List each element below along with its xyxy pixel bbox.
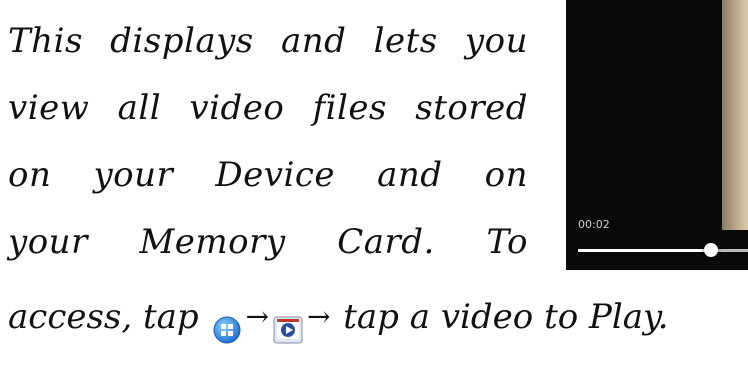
tap-video-text: tap a video to Play. xyxy=(332,297,669,337)
instruction-paragraph: This displays and lets you view all vide… xyxy=(8,8,528,276)
paragraph-line-4: your Memory Card. To xyxy=(8,222,528,262)
seek-track-played xyxy=(578,249,711,252)
video-player-app-icon xyxy=(273,301,303,344)
paragraph-line-2: view all video files stored xyxy=(8,88,528,128)
arrow-icon: → xyxy=(245,299,269,333)
paragraph-line-5: access, tap → → tap a video to Play. xyxy=(8,284,669,353)
paragraph-line-1: This displays and lets you xyxy=(8,21,528,61)
paragraph-line-3: on your Device and on xyxy=(8,155,528,195)
apps-grid-icon xyxy=(212,301,242,344)
video-player-screenshot: 00:02 xyxy=(566,0,748,270)
video-frame xyxy=(722,0,748,230)
seek-thumb[interactable] xyxy=(704,243,718,257)
arrow-icon-2: → xyxy=(306,299,331,333)
access-text: access, tap xyxy=(8,297,210,337)
current-time: 00:02 xyxy=(578,218,610,231)
